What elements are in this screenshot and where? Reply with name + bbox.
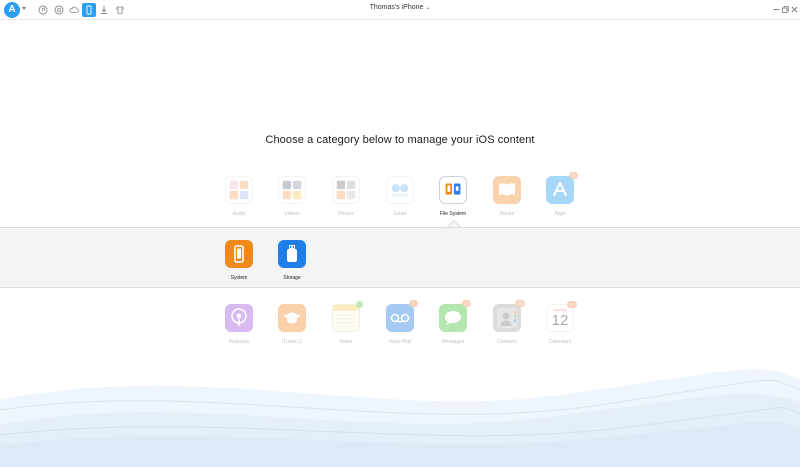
cloud-icon[interactable] — [67, 3, 81, 17]
music-icon[interactable] — [36, 3, 50, 17]
top-toolbar: A Thomas's iPhone ⌄ — [0, 0, 800, 20]
category-books[interactable]: Books — [485, 176, 529, 217]
system-icon — [225, 240, 253, 268]
category-label: Apps — [554, 211, 566, 217]
category-label: Audio — [232, 211, 246, 217]
subcategory-label: System — [230, 275, 248, 281]
notes-icon — [332, 301, 363, 332]
category-messages[interactable]: 28 Messages — [431, 300, 475, 345]
apps-count-badge: 10 — [569, 172, 578, 179]
subcategory-storage[interactable]: Storage — [270, 240, 314, 281]
category-selais[interactable]: Selais — [378, 176, 422, 217]
file-system-icon — [439, 176, 467, 204]
device-icon[interactable] — [82, 3, 96, 17]
podcasts-icon — [225, 304, 253, 332]
messages-icon: 28 — [439, 300, 471, 332]
category-contacts[interactable]: 165 Contacts — [485, 300, 529, 345]
decorative-waves — [0, 369, 800, 467]
device-name[interactable]: Thomas's iPhone — [370, 4, 424, 11]
category-itunes-u[interactable]: iTunes U — [270, 304, 314, 345]
apps-icon: 10 — [546, 172, 578, 204]
category-audio[interactable]: Audio — [217, 176, 261, 217]
category-file-system[interactable]: File System — [431, 176, 475, 217]
tshirt-icon[interactable] — [113, 3, 127, 17]
notes-badge — [356, 301, 363, 308]
close-button[interactable] — [789, 3, 799, 16]
category-label: Videos — [284, 211, 300, 217]
category-label: Books — [500, 211, 514, 217]
selais-icon — [386, 176, 414, 204]
calendars-icon: Sunday 12 137 — [546, 301, 577, 332]
videos-icon — [278, 176, 306, 204]
category-calendars[interactable]: Sunday 12 137 Calendars — [538, 301, 582, 345]
subcategory-panel — [0, 227, 800, 288]
itunes-u-icon — [278, 304, 306, 332]
category-label: File System — [439, 211, 467, 217]
download-icon[interactable] — [97, 3, 111, 17]
category-apps[interactable]: 10 Apps — [538, 172, 582, 217]
chevron-down-icon[interactable]: ⌄ — [425, 5, 430, 11]
photos-icon — [332, 176, 360, 204]
category-notes[interactable]: Notes — [324, 301, 368, 345]
subcategory-system[interactable]: System — [217, 240, 261, 281]
contacts-icon: 165 — [493, 300, 525, 332]
category-videos[interactable]: Videos — [270, 176, 314, 217]
subcategory-label: Storage — [283, 275, 301, 281]
voice-mail-icon: 2 — [386, 300, 418, 332]
calendars-count-badge: 137 — [567, 301, 577, 308]
category-label: Photos — [338, 211, 354, 217]
voice-mail-count-badge: 2 — [409, 300, 418, 307]
books-icon — [493, 176, 521, 204]
messages-count-badge: 28 — [462, 300, 471, 307]
category-label: Selais — [393, 211, 407, 217]
category-voice-mail[interactable]: 2 Voice Mail — [378, 300, 422, 345]
logo-menu-caret-icon[interactable] — [22, 7, 26, 10]
storage-icon — [278, 240, 306, 268]
category-podcasts[interactable]: Podcasts — [217, 304, 261, 345]
app-logo-icon[interactable]: A — [4, 2, 20, 18]
category-photos[interactable]: Photos — [324, 176, 368, 217]
audio-icon — [225, 176, 253, 204]
page-heading: Choose a category below to manage your i… — [265, 134, 535, 146]
restore-icon[interactable] — [52, 3, 66, 17]
contacts-count-badge: 165 — [515, 300, 525, 307]
calendar-day-number: 12 — [551, 312, 569, 329]
